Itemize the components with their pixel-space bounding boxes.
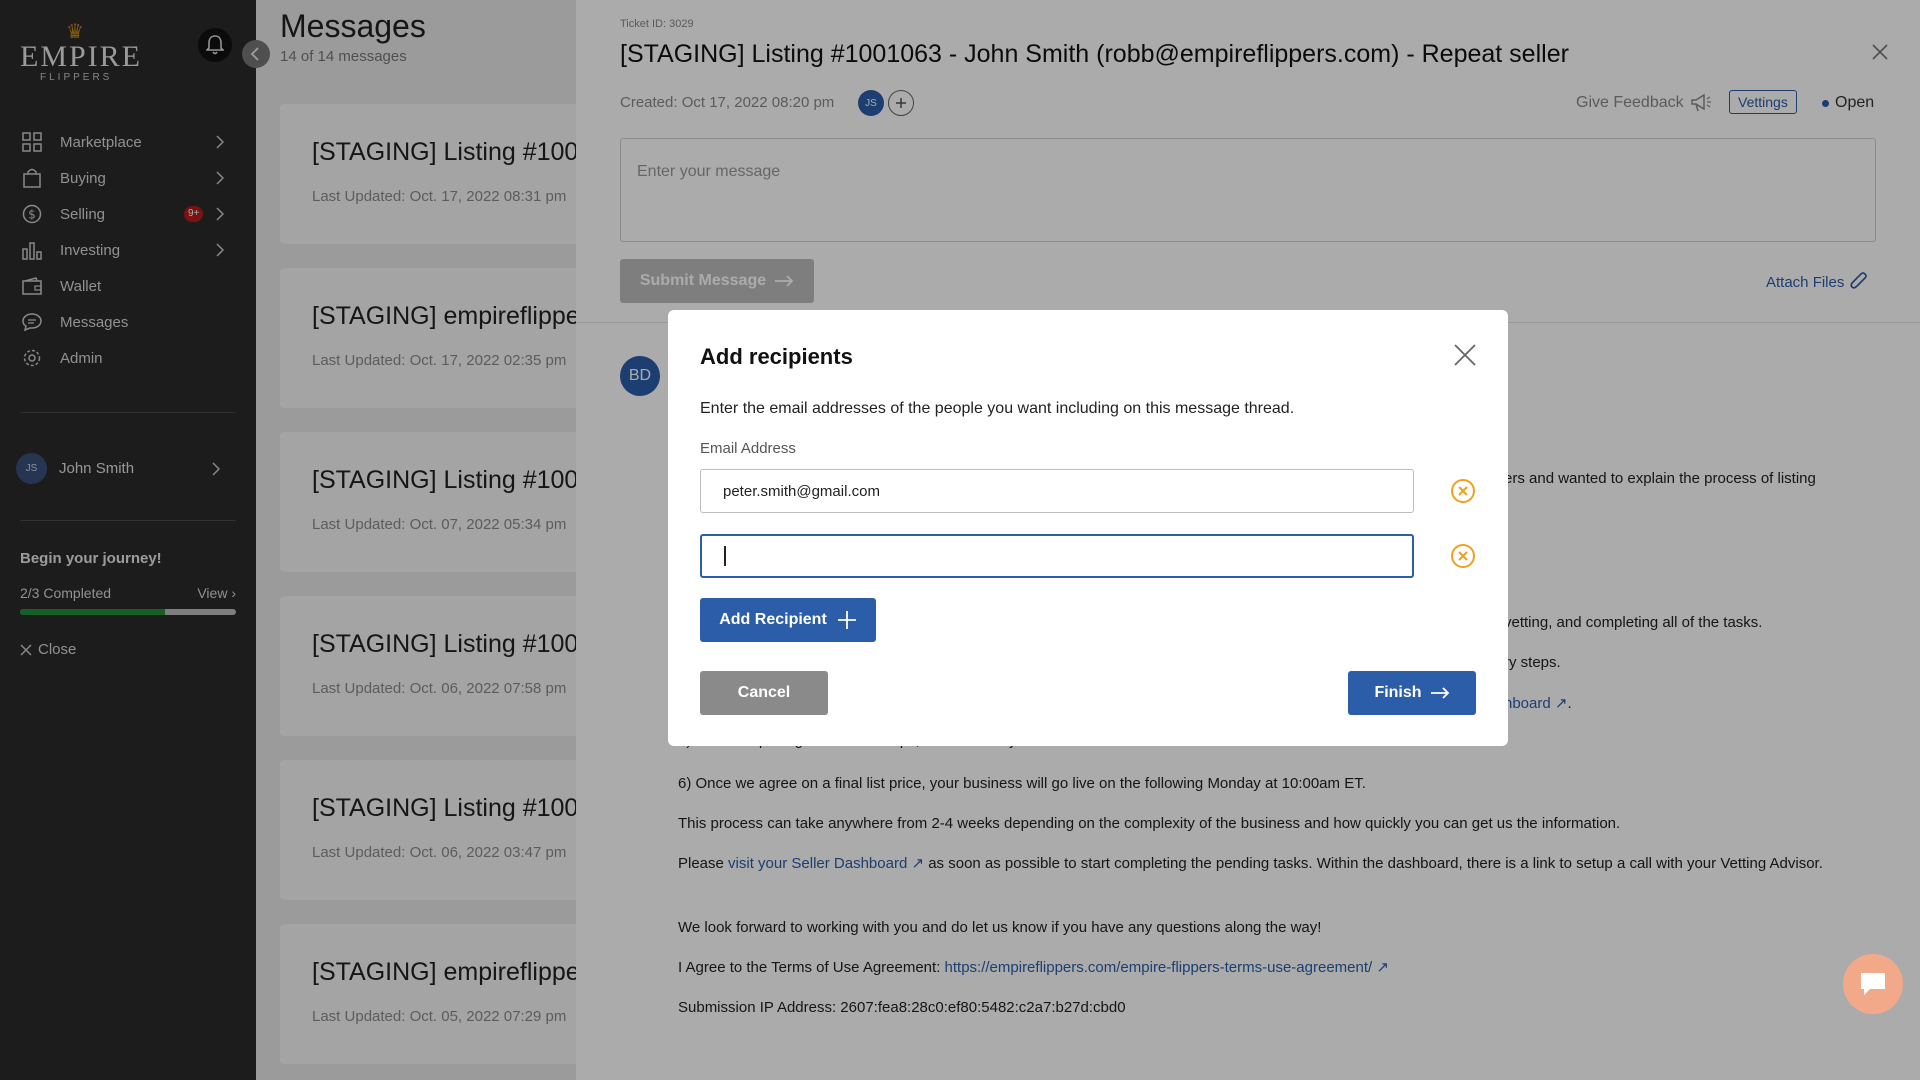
email-field[interactable]: peter.smith@gmail.com [700, 469, 1414, 513]
chat-widget-button[interactable] [1843, 954, 1903, 1014]
close-modal-icon[interactable] [1454, 344, 1476, 366]
email-value: peter.smith@gmail.com [723, 482, 880, 500]
modal-title: Add recipients [700, 344, 853, 369]
add-recipient-button[interactable]: Add Recipient [700, 598, 876, 642]
finish-button[interactable]: Finish [1348, 671, 1476, 715]
plus-icon [837, 611, 856, 629]
remove-recipient-icon[interactable] [1450, 478, 1476, 504]
button-label: Finish [1374, 684, 1422, 701]
remove-recipient-icon[interactable] [1450, 543, 1476, 569]
arrow-right-icon [1430, 687, 1449, 699]
modal-description: Enter the email addresses of the people … [700, 400, 1295, 417]
email-label: Email Address [700, 440, 796, 457]
add-recipients-modal: Add recipients Enter the email addresses… [668, 310, 1508, 746]
button-label: Add Recipient [719, 611, 827, 628]
cancel-button[interactable]: Cancel [700, 671, 828, 715]
chat-icon [1861, 973, 1885, 995]
text-caret [724, 546, 726, 566]
email-field[interactable] [700, 534, 1414, 578]
